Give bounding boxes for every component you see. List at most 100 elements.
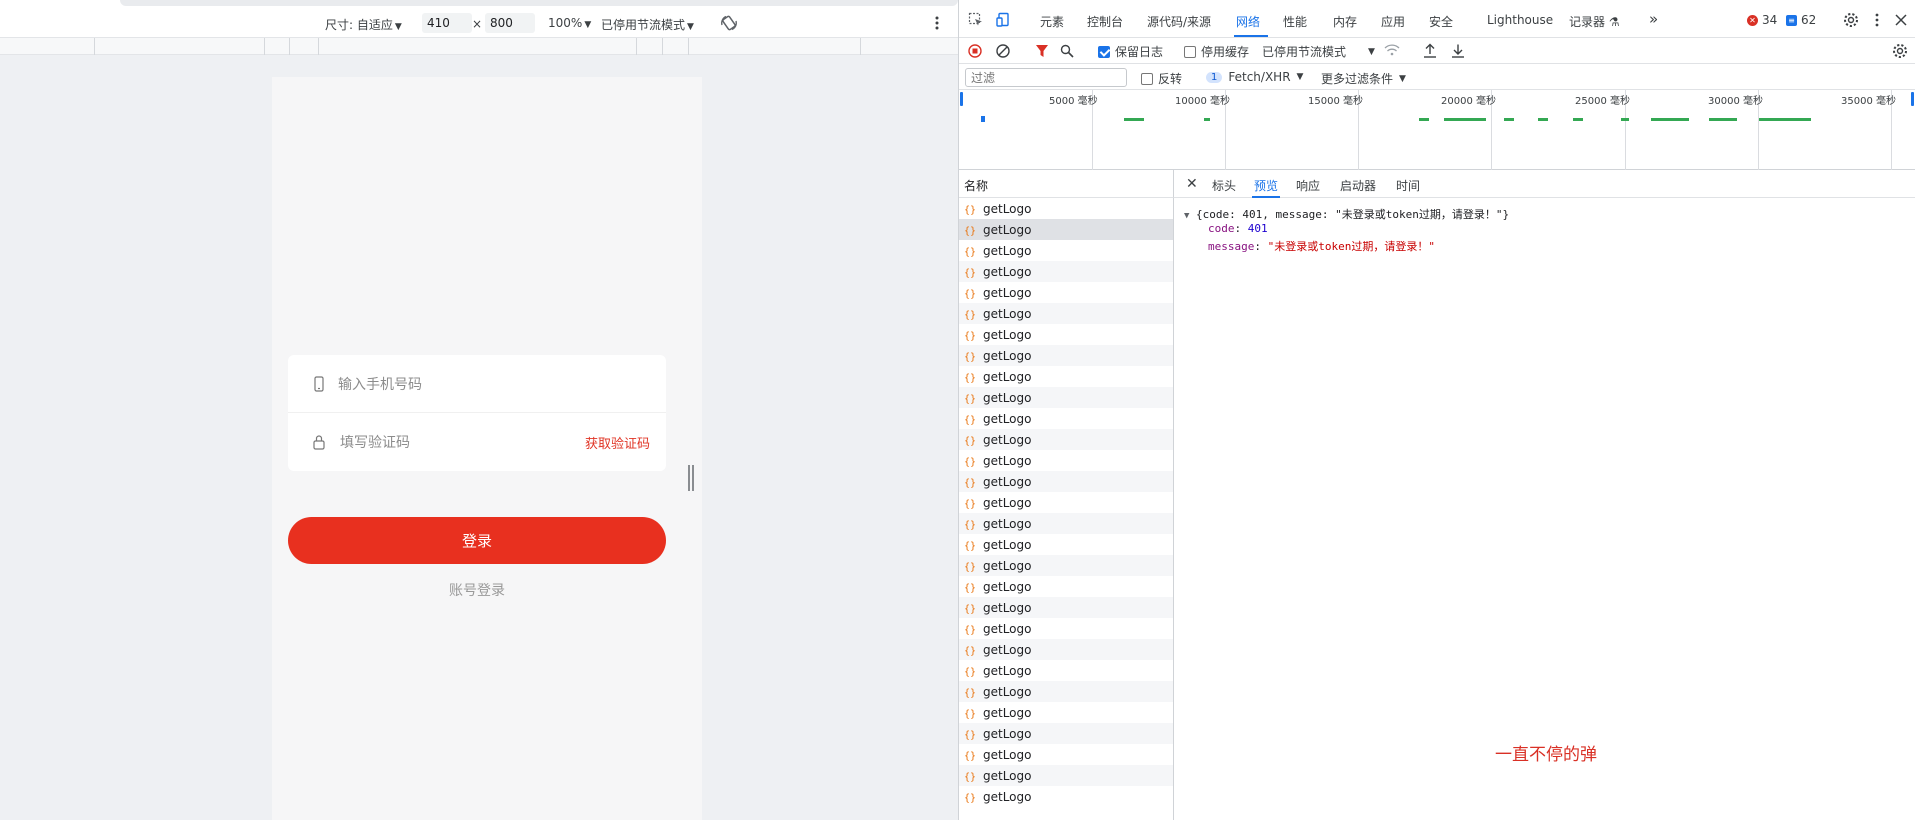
request-row[interactable]: {} getLogo [959,534,1173,555]
request-row[interactable]: {} getLogo [959,198,1173,219]
overview-left-handle[interactable] [960,92,963,106]
login-form: 输入手机号码 填写验证码 获取验证码 [288,355,666,471]
tab-timing[interactable]: 时间 [1396,177,1420,194]
more-options-icon[interactable] [934,15,940,31]
request-row[interactable]: {} getLogo [959,597,1173,618]
tab-console[interactable]: 控制台 [1087,13,1123,30]
svg-text:{}: {} [964,520,976,530]
close-detail-icon[interactable]: ✕ [1186,176,1198,192]
disable-cache-checkbox[interactable]: 停用缓存 [1184,43,1249,60]
network-settings-icon[interactable] [1892,43,1908,59]
device-toggle-icon[interactable] [996,12,1012,28]
overview-right-handle[interactable] [1911,92,1914,106]
request-row[interactable]: {} getLogo [959,240,1173,261]
tab-lighthouse[interactable]: Lighthouse [1487,13,1553,27]
dimensions-dropdown[interactable]: 尺寸: 自适应 ▼ [325,16,402,33]
tab-network[interactable]: 网络 [1236,13,1260,30]
customize-menu-icon[interactable] [1869,12,1885,28]
request-row[interactable]: {} getLogo [959,471,1173,492]
settings-gear-icon[interactable] [1843,12,1859,28]
code-field[interactable]: 填写验证码 获取验证码 [288,413,666,471]
request-row[interactable]: {} getLogo [959,681,1173,702]
record-stop-icon[interactable] [968,44,982,58]
close-devtools-icon[interactable] [1893,12,1909,28]
tab-security[interactable]: 安全 [1429,13,1453,30]
message-count-badge[interactable]: ≡ 62 [1786,13,1816,27]
network-toolbar: 保留日志 停用缓存 已停用节流模式 ▼ [959,38,1915,64]
request-type-dropdown[interactable]: 1 Fetch/XHR ▼ [1206,70,1303,84]
width-input[interactable]: 410 [422,13,472,33]
request-row[interactable]: {} getLogo [959,450,1173,471]
request-row[interactable]: {} getLogo [959,408,1173,429]
request-row[interactable]: {} getLogo [959,492,1173,513]
more-filters-dropdown[interactable]: 更多过滤条件 ▼ [1321,70,1406,87]
login-button[interactable]: 登录 [288,517,666,564]
svg-text:{}: {} [964,709,976,719]
invert-checkbox[interactable]: 反转 [1141,70,1182,87]
inspect-element-icon[interactable] [968,12,984,28]
preserve-log-checkbox[interactable]: 保留日志 [1098,43,1163,60]
xhr-braces-icon: {} [964,520,976,530]
request-row-selected[interactable]: {} getLogo [959,219,1173,240]
media-query-ruler[interactable] [0,38,958,55]
json-root-summary[interactable]: ▼ {code: 401, message: "未登录或token过期，请登录！… [1184,206,1509,222]
tab-performance[interactable]: 性能 [1283,13,1307,30]
name-column-header[interactable]: 名称 [959,170,1174,198]
height-input[interactable]: 800 [485,13,535,33]
throttle-dropdown[interactable]: 已停用节流模式 ▼ [601,16,694,33]
tab-recorder[interactable]: 记录器 ⚗ [1569,13,1620,30]
phone-placeholder: 输入手机号码 [338,377,422,393]
svg-text:{}: {} [964,730,976,740]
request-bar [981,116,985,122]
request-row[interactable]: {} getLogo [959,744,1173,765]
account-login-link[interactable]: 账号登录 [272,580,682,600]
request-row[interactable]: {} getLogo [959,618,1173,639]
request-row[interactable]: {} getLogo [959,576,1173,597]
zoom-dropdown[interactable]: 100% ▼ [548,16,591,30]
tab-response[interactable]: 响应 [1296,177,1320,194]
network-overview-timeline[interactable]: 5000 毫秒 10000 毫秒 15000 毫秒 20000 毫秒 25000… [959,90,1915,170]
error-count-badge[interactable]: ✕ 34 [1747,13,1777,27]
phone-field[interactable]: 输入手机号码 [288,355,666,413]
expand-triangle-icon: ▼ [1184,211,1190,221]
request-row[interactable]: {} getLogo [959,660,1173,681]
rotate-icon[interactable] [720,14,738,32]
request-row[interactable]: {} getLogo [959,366,1173,387]
request-row[interactable]: {} getLogo [959,324,1173,345]
request-row[interactable]: {} getLogo [959,261,1173,282]
request-row[interactable]: {} getLogo [959,555,1173,576]
filter-input[interactable] [965,68,1127,87]
tab-headers[interactable]: 标头 [1212,177,1236,194]
request-row[interactable]: {} getLogo [959,345,1173,366]
clear-icon[interactable] [996,44,1010,58]
xhr-braces-icon: {} [964,562,976,572]
more-tabs-button[interactable]: » [1649,10,1658,28]
request-row[interactable]: {} getLogo [959,765,1173,786]
tab-application[interactable]: 应用 [1381,13,1405,30]
filter-icon[interactable] [1035,44,1049,58]
tab-preview[interactable]: 预览 [1254,177,1278,194]
search-icon[interactable] [1060,44,1074,58]
network-throttle-dropdown[interactable]: 已停用节流模式 ▼ [1262,43,1375,60]
network-throttle-label: 已停用节流模式 [1262,45,1347,59]
json-preview: ▼ {code: 401, message: "未登录或token过期，请登录！… [1174,198,1915,820]
request-row[interactable]: {} getLogo [959,303,1173,324]
request-row[interactable]: {} getLogo [959,702,1173,723]
request-row[interactable]: {} getLogo [959,282,1173,303]
tab-elements[interactable]: 元素 [1040,13,1064,30]
request-row[interactable]: {} getLogo [959,513,1173,534]
network-conditions-icon[interactable] [1384,43,1400,57]
tab-sources[interactable]: 源代码/来源 [1147,13,1211,30]
request-row[interactable]: {} getLogo [959,786,1173,807]
tab-initiator[interactable]: 启动器 [1340,177,1376,194]
request-row[interactable]: {} getLogo [959,429,1173,450]
request-row[interactable]: {} getLogo [959,723,1173,744]
viewport-resize-handle[interactable] [688,465,694,491]
export-har-icon[interactable] [1451,43,1465,58]
import-har-icon[interactable] [1423,43,1437,58]
get-code-button[interactable]: 获取验证码 [585,433,650,452]
request-row[interactable]: {} getLogo [959,387,1173,408]
request-row[interactable]: {} getLogo [959,639,1173,660]
json-summary-text: {code: 401, message: "未登录或token过期，请登录！"} [1196,208,1510,221]
tab-memory[interactable]: 内存 [1333,13,1357,30]
